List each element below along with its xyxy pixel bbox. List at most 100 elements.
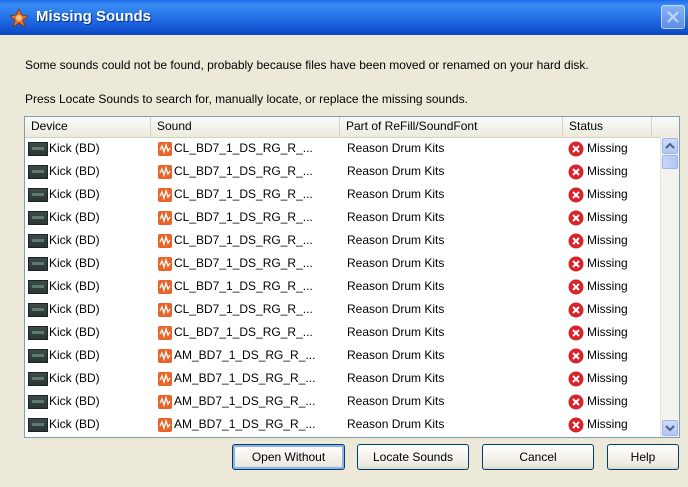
wav-file-icon bbox=[158, 257, 172, 271]
error-x-icon bbox=[568, 233, 584, 249]
sound-name: AM_BD7_1_DS_RG_R_... bbox=[174, 371, 316, 385]
error-x-icon bbox=[568, 394, 584, 410]
column-header-device[interactable]: Device bbox=[25, 117, 151, 136]
list-row[interactable]: Kick (BD) AM_BD7_1_DS_RG_R_... Reason Drum… bbox=[25, 390, 660, 413]
list-row[interactable]: Kick (BD) CL_BD7_1_DS_RG_R_... Reason Drum… bbox=[25, 137, 660, 160]
refill-name: Reason Drum Kits bbox=[347, 348, 445, 362]
title-bar[interactable]: Missing Sounds bbox=[0, 0, 688, 35]
device-rack-icon bbox=[28, 234, 48, 248]
open-without-button[interactable]: Open Without bbox=[232, 444, 345, 470]
status-label: Missing bbox=[587, 187, 628, 201]
locate-sounds-button[interactable]: Locate Sounds bbox=[357, 444, 469, 470]
list-row[interactable]: Kick (BD) AM_BD7_1_DS_RG_R_... Reason Drum… bbox=[25, 344, 660, 367]
error-x-icon bbox=[568, 210, 584, 226]
device-name: Kick (BD) bbox=[49, 394, 100, 408]
sound-name: AM_BD7_1_DS_RG_R_... bbox=[174, 417, 316, 431]
list-row[interactable]: Kick (BD) CL_BD7_1_DS_RG_R_... Reason Drum… bbox=[25, 275, 660, 298]
list-row[interactable]: Kick (BD) CL_BD7_1_DS_RG_R_... Reason Drum… bbox=[25, 160, 660, 183]
error-x-icon bbox=[568, 417, 584, 433]
column-header-sound[interactable]: Sound bbox=[151, 117, 340, 136]
help-button[interactable]: Help bbox=[607, 444, 679, 470]
status-label: Missing bbox=[587, 394, 628, 408]
refill-name: Reason Drum Kits bbox=[347, 279, 445, 293]
wav-file-icon bbox=[158, 280, 172, 294]
refill-name: Reason Drum Kits bbox=[347, 302, 445, 316]
status-label: Missing bbox=[587, 348, 628, 362]
error-x-icon bbox=[568, 164, 584, 180]
device-rack-icon bbox=[28, 326, 48, 340]
status-label: Missing bbox=[587, 141, 628, 155]
device-name: Kick (BD) bbox=[49, 348, 100, 362]
list-row[interactable]: Kick (BD) CL_BD7_1_DS_RG_R_... Reason Drum… bbox=[25, 298, 660, 321]
refill-name: Reason Drum Kits bbox=[347, 325, 445, 339]
close-icon bbox=[667, 11, 679, 23]
message-line-2: Press Locate Sounds to search for, manua… bbox=[25, 92, 468, 106]
device-name: Kick (BD) bbox=[49, 187, 100, 201]
wav-file-icon bbox=[158, 349, 172, 363]
scroll-down-button[interactable] bbox=[662, 420, 678, 436]
status-label: Missing bbox=[587, 325, 628, 339]
close-button[interactable] bbox=[661, 5, 685, 29]
status-label: Missing bbox=[587, 417, 628, 431]
list-header: Device Sound Part of ReFill/SoundFont St… bbox=[25, 117, 679, 138]
wav-file-icon bbox=[158, 165, 172, 179]
device-rack-icon bbox=[28, 257, 48, 271]
scroll-up-button[interactable] bbox=[662, 138, 678, 154]
refill-name: Reason Drum Kits bbox=[347, 417, 445, 431]
status-label: Missing bbox=[587, 210, 628, 224]
sound-name: AM_BD7_1_DS_RG_R_... bbox=[174, 348, 316, 362]
error-x-icon bbox=[568, 302, 584, 318]
status-label: Missing bbox=[587, 371, 628, 385]
list-row[interactable]: Kick (BD) CL_BD7_1_DS_RG_R_... Reason Drum… bbox=[25, 183, 660, 206]
missing-sounds-dialog: Missing Sounds Some sounds could not be … bbox=[0, 0, 688, 487]
device-name: Kick (BD) bbox=[49, 325, 100, 339]
window-title: Missing Sounds bbox=[36, 8, 152, 25]
error-x-icon bbox=[568, 279, 584, 295]
list-row[interactable]: Kick (BD) CL_BD7_1_DS_RG_R_... Reason Drum… bbox=[25, 321, 660, 344]
list-row[interactable]: Kick (BD) CL_BD7_1_DS_RG_R_... Reason Drum… bbox=[25, 229, 660, 252]
refill-name: Reason Drum Kits bbox=[347, 210, 445, 224]
list-row[interactable]: Kick (BD) AM_BD7_1_DS_RG_R_... Reason Drum… bbox=[25, 413, 660, 436]
device-rack-icon bbox=[28, 349, 48, 363]
chevron-up-icon bbox=[665, 142, 675, 149]
device-rack-icon bbox=[28, 165, 48, 179]
sound-name: AM_BD7_1_DS_RG_R_... bbox=[174, 394, 316, 408]
sound-name: CL_BD7_1_DS_RG_R_... bbox=[174, 141, 313, 155]
refill-name: Reason Drum Kits bbox=[347, 233, 445, 247]
list-row[interactable]: Kick (BD) CL_BD7_1_DS_RG_R_... Reason Drum… bbox=[25, 252, 660, 275]
device-name: Kick (BD) bbox=[49, 141, 100, 155]
missing-sounds-list[interactable]: Device Sound Part of ReFill/SoundFont St… bbox=[24, 116, 680, 438]
refill-name: Reason Drum Kits bbox=[347, 371, 445, 385]
wav-file-icon bbox=[158, 303, 172, 317]
device-rack-icon bbox=[28, 142, 48, 156]
list-rows: Kick (BD) CL_BD7_1_DS_RG_R_... Reason Drum… bbox=[25, 137, 660, 436]
sound-name: CL_BD7_1_DS_RG_R_... bbox=[174, 164, 313, 178]
cancel-button[interactable]: Cancel bbox=[482, 444, 594, 470]
status-label: Missing bbox=[587, 164, 628, 178]
list-row[interactable]: Kick (BD) CL_BD7_1_DS_RG_R_... Reason Drum… bbox=[25, 206, 660, 229]
refill-name: Reason Drum Kits bbox=[347, 256, 445, 270]
device-rack-icon bbox=[28, 418, 48, 432]
device-name: Kick (BD) bbox=[49, 279, 100, 293]
column-header-part[interactable]: Part of ReFill/SoundFont bbox=[340, 117, 563, 136]
refill-name: Reason Drum Kits bbox=[347, 394, 445, 408]
wav-file-icon bbox=[158, 234, 172, 248]
device-name: Kick (BD) bbox=[49, 256, 100, 270]
sound-name: CL_BD7_1_DS_RG_R_... bbox=[174, 325, 313, 339]
chevron-down-icon bbox=[665, 425, 675, 432]
column-header-status[interactable]: Status bbox=[563, 117, 652, 136]
device-name: Kick (BD) bbox=[49, 164, 100, 178]
wav-file-icon bbox=[158, 372, 172, 386]
wav-file-icon bbox=[158, 188, 172, 202]
device-rack-icon bbox=[28, 395, 48, 409]
error-x-icon bbox=[568, 325, 584, 341]
status-label: Missing bbox=[587, 233, 628, 247]
wav-file-icon bbox=[158, 418, 172, 432]
vertical-scrollbar[interactable] bbox=[660, 137, 679, 437]
scroll-thumb[interactable] bbox=[662, 155, 678, 169]
refill-name: Reason Drum Kits bbox=[347, 141, 445, 155]
sound-name: CL_BD7_1_DS_RG_R_... bbox=[174, 302, 313, 316]
refill-name: Reason Drum Kits bbox=[347, 164, 445, 178]
list-row[interactable]: Kick (BD) AM_BD7_1_DS_RG_R_... Reason Drum… bbox=[25, 367, 660, 390]
error-x-icon bbox=[568, 371, 584, 387]
